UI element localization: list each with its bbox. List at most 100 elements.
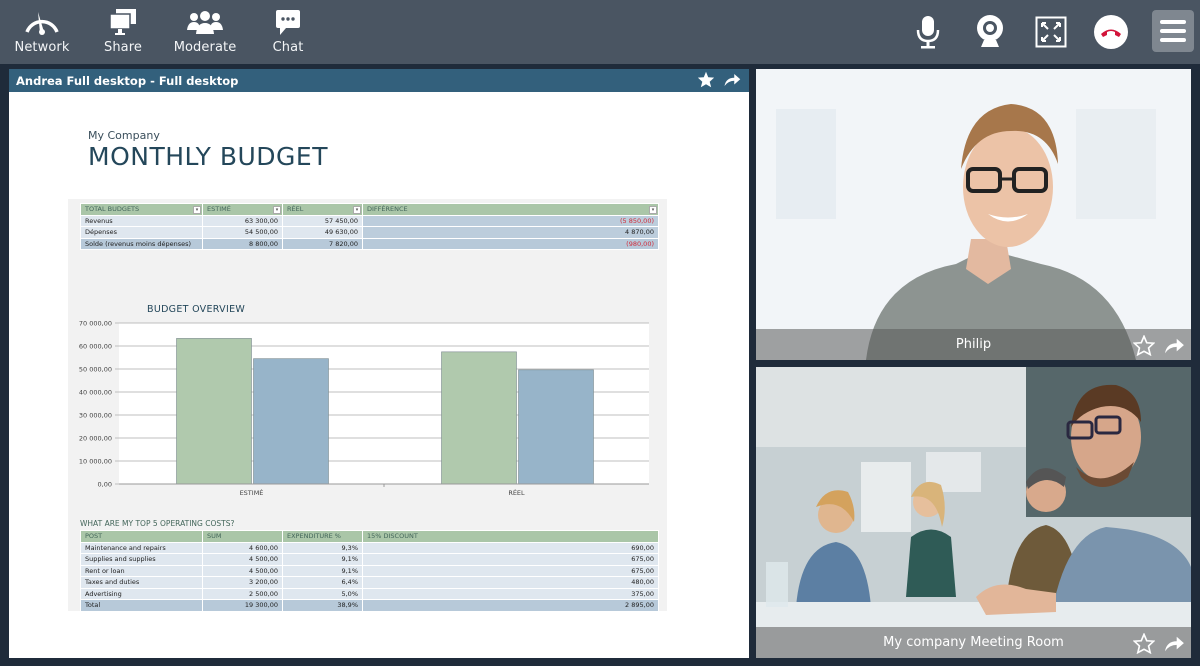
cell-reel: 49 630,00: [282, 226, 363, 239]
filter-dropdown-icon[interactable]: ▾: [353, 206, 361, 214]
star-outline-icon[interactable]: [1133, 633, 1155, 654]
cell-expenditure: 6,4%: [282, 576, 363, 589]
cell-post: Advertising: [80, 587, 203, 600]
cell-difference: (980,00): [362, 237, 659, 250]
document-title: MONTHLY BUDGET: [88, 142, 328, 171]
network-button[interactable]: Network: [14, 0, 70, 64]
table-row: Rent or loan 4 500,00 9,1% 675,00: [80, 564, 659, 577]
row-label: Dépenses: [80, 226, 203, 239]
shared-screen-title: Andrea Full desktop - Full desktop: [16, 73, 239, 88]
chat-label: Chat: [272, 40, 304, 55]
spreadsheet-area: TOTAL BUDGETS ▾ ESTIMÉ ▾ RÉEL ▾ DIFFÉRENCE ▾…: [68, 199, 667, 612]
moderate-button[interactable]: Moderate: [174, 0, 236, 64]
share-screen-icon: [108, 0, 138, 36]
participant-video: [756, 69, 1191, 360]
top-toolbar: Network Share Moderate Chat: [0, 0, 1200, 64]
shared-document: My Company MONTHLY BUDGET TOTAL BUDGETS ▾…: [9, 92, 749, 658]
moderate-label: Moderate: [173, 40, 237, 55]
table-row: Solde (revenus moins dépenses) 8 800,00 …: [80, 237, 659, 250]
costs-table-header: POST SUM EXPENDITURE % 15% DISCOUNT: [80, 530, 659, 543]
cell-expenditure: 38,9%: [282, 599, 363, 612]
cell-post: Maintenance and repairs: [80, 541, 203, 554]
chart-title: BUDGET OVERVIEW: [147, 304, 246, 315]
bar-revenus-0: [176, 338, 252, 485]
costs-title: WHAT ARE MY TOP 5 OPERATING COSTS?: [80, 519, 235, 528]
hamburger-menu-icon: [1160, 20, 1186, 24]
costs-col-header[interactable]: POST: [80, 530, 203, 543]
cell-sum: 2 500,00: [202, 587, 283, 600]
budget-col-header[interactable]: DIFFÉRENCE ▾: [362, 203, 659, 216]
microphone-button[interactable]: [908, 12, 948, 52]
cell-sum: 19 300,00: [202, 599, 283, 612]
share-button[interactable]: Share: [100, 0, 146, 64]
cell-discount: 675,00: [362, 553, 659, 566]
shared-screen-header: Andrea Full desktop - Full desktop: [9, 69, 749, 92]
cell-difference: 4 870,00: [362, 226, 659, 239]
star-icon[interactable]: [697, 71, 715, 88]
costs-col-header[interactable]: 15% DISCOUNT: [362, 530, 659, 543]
row-label: Solde (revenus moins dépenses): [80, 237, 203, 250]
budget-overview-chart: BUDGET OVERVIEW 0,00 10 000,00 20 000,00 30…: [68, 299, 667, 509]
cell-estime: 8 800,00: [202, 237, 283, 250]
chat-button[interactable]: Chat: [268, 0, 308, 64]
filter-dropdown-icon[interactable]: ▾: [273, 206, 281, 214]
cell-difference: (5 850,00): [362, 214, 659, 227]
bar-dépenses-0: [253, 358, 329, 485]
budget-col-header[interactable]: ESTIMÉ ▾: [202, 203, 283, 216]
y-tick-label: 70 000,00: [79, 320, 112, 328]
x-tick-label: RÉEL: [508, 488, 525, 497]
chart-svg: 0,00 10 000,00 20 000,00 30 000,00 40 000,00…: [79, 320, 649, 497]
cell-reel: 57 450,00: [282, 214, 363, 227]
cell-sum: 4 500,00: [202, 564, 283, 577]
video-tile-philip[interactable]: Philip: [756, 69, 1191, 360]
hang-up-icon: [1094, 15, 1128, 49]
video-caption: My company Meeting Room: [756, 627, 1191, 658]
forward-arrow-icon[interactable]: [1163, 337, 1185, 355]
gauge-icon: [23, 0, 61, 36]
webcam-icon: [977, 15, 1003, 47]
budget-table: TOTAL BUDGETS ▾ ESTIMÉ ▾ RÉEL ▾ DIFFÉRENCE ▾…: [80, 203, 659, 250]
star-outline-icon[interactable]: [1133, 335, 1155, 356]
cell-post: Taxes and duties: [80, 576, 203, 589]
cell-expenditure: 5,0%: [282, 587, 363, 600]
cell-discount: 480,00: [362, 576, 659, 589]
video-tile-meeting-room[interactable]: My company Meeting Room: [756, 367, 1191, 658]
y-tick-label: 40 000,00: [79, 389, 112, 397]
cell-sum: 4 500,00: [202, 553, 283, 566]
y-tick-label: 20 000,00: [79, 435, 112, 443]
cell-discount: 2 895,00: [362, 599, 659, 612]
shared-screen-panel: Andrea Full desktop - Full desktop My Co…: [9, 69, 749, 658]
fullscreen-button[interactable]: [1031, 12, 1071, 52]
hamburger-menu-button[interactable]: [1152, 10, 1194, 52]
chat-bubble-icon: [274, 0, 302, 36]
cell-estime: 63 300,00: [202, 214, 283, 227]
budget-col-header[interactable]: TOTAL BUDGETS ▾: [80, 203, 203, 216]
webcam-button[interactable]: [970, 12, 1010, 52]
costs-col-header[interactable]: EXPENDITURE %: [282, 530, 363, 543]
bar-dépenses-1: [518, 369, 594, 485]
table-row: Advertising 2 500,00 5,0% 375,00: [80, 587, 659, 600]
network-label: Network: [14, 40, 70, 55]
video-caption: Philip: [756, 329, 1191, 360]
costs-col-header[interactable]: SUM: [202, 530, 283, 543]
hang-up-button[interactable]: [1091, 12, 1131, 52]
participant-name: My company Meeting Room: [883, 635, 1064, 650]
microphone-icon: [916, 16, 940, 49]
y-tick-label: 60 000,00: [79, 343, 112, 351]
table-row: Dépenses 54 500,00 49 630,00 4 870,00: [80, 226, 659, 239]
cell-post: Total: [80, 599, 203, 612]
y-tick-label: 50 000,00: [79, 366, 112, 374]
table-row: Taxes and duties 3 200,00 6,4% 480,00: [80, 576, 659, 589]
y-tick-label: 0,00: [98, 481, 112, 489]
forward-arrow-icon[interactable]: [1163, 635, 1185, 653]
table-row: Revenus 63 300,00 57 450,00 (5 850,00): [80, 214, 659, 227]
cell-sum: 3 200,00: [202, 576, 283, 589]
forward-arrow-icon[interactable]: [723, 72, 741, 88]
filter-dropdown-icon[interactable]: ▾: [193, 206, 201, 214]
budget-col-header[interactable]: RÉEL ▾: [282, 203, 363, 216]
table-row: Total 19 300,00 38,9% 2 895,00: [80, 599, 659, 612]
bar-revenus-1: [441, 351, 517, 485]
cell-discount: 690,00: [362, 541, 659, 554]
cell-post: Rent or loan: [80, 564, 203, 577]
filter-dropdown-icon[interactable]: ▾: [649, 206, 657, 214]
